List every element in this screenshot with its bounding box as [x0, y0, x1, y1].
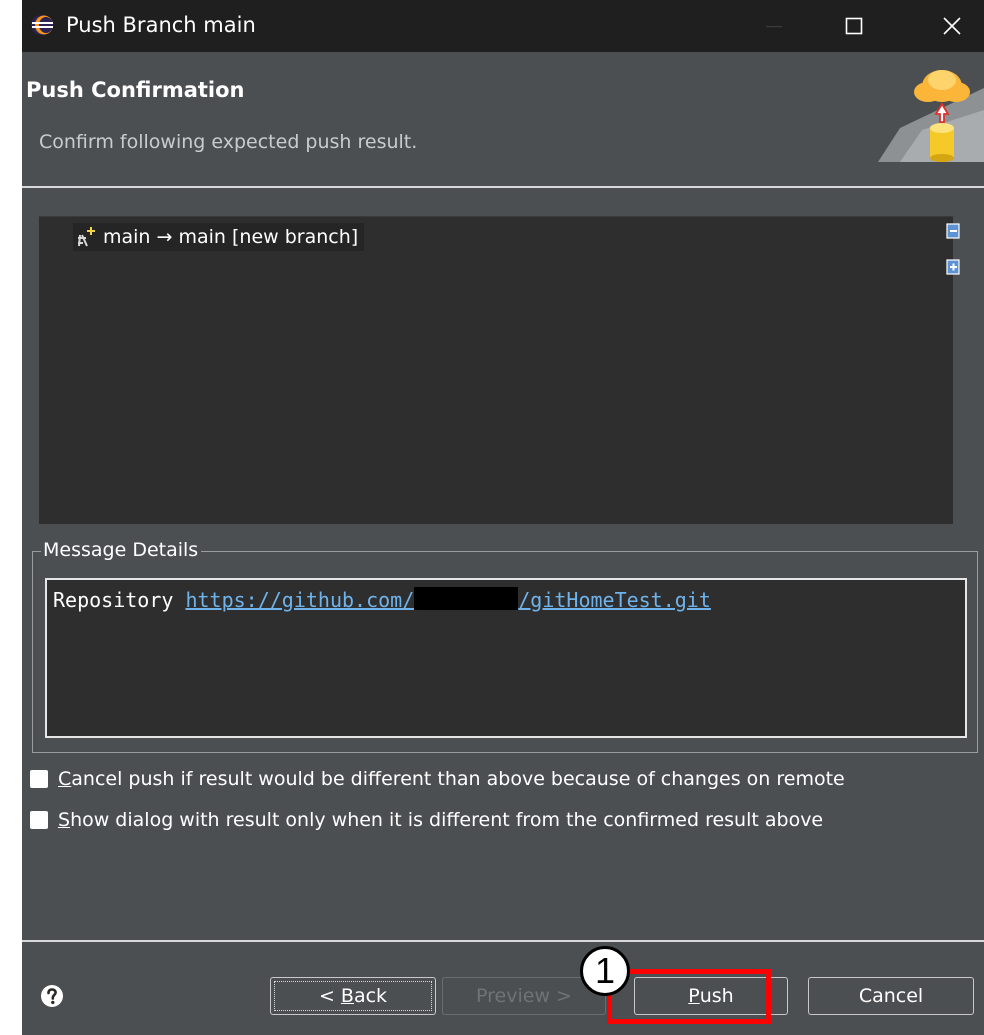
- screen: Push Branch main Push Confirmation Confi…: [0, 0, 984, 1035]
- cancel-push-option[interactable]: Cancel push if result would be different…: [30, 765, 845, 793]
- redacted-username: [414, 587, 519, 610]
- page-title: Push Confirmation: [26, 78, 245, 102]
- page-subtitle: Confirm following expected push result.: [39, 131, 418, 153]
- step-number-badge: 1: [580, 946, 630, 996]
- eclipse-icon: [31, 15, 53, 35]
- step-number: 1: [594, 950, 616, 991]
- cancel-push-checkbox[interactable]: [30, 770, 48, 788]
- repository-link-end: /gitHomeTest.git: [518, 588, 711, 612]
- cancel-button[interactable]: Cancel: [808, 977, 974, 1015]
- maximize-icon: [845, 17, 863, 35]
- push-branch-dialog: Push Branch main Push Confirmation Confi…: [22, 0, 984, 1035]
- show-dialog-mnemonic: S: [58, 809, 71, 831]
- preview-label: Preview >: [476, 985, 572, 1007]
- minimize-icon: [766, 26, 782, 28]
- tree-item-branch[interactable]: main → main [new branch]: [73, 223, 365, 251]
- back-prefix: <: [318, 985, 341, 1007]
- show-dialog-checkbox[interactable]: [30, 811, 48, 829]
- preview-button[interactable]: Preview >: [442, 977, 606, 1015]
- back-button[interactable]: < Back: [270, 977, 436, 1015]
- repository-prefix: Repository: [53, 588, 186, 612]
- back-text: ack: [353, 985, 388, 1007]
- expand-all-icon[interactable]: [944, 258, 962, 276]
- cancel-push-text: ancel push if result would be different …: [71, 768, 845, 790]
- repository-link-start: https://github.com/: [185, 588, 415, 612]
- cancel-push-label: Cancel push if result would be different…: [58, 766, 845, 792]
- cloud-push-icon: [878, 70, 984, 162]
- message-details-group: Message Details Repository https://githu…: [32, 537, 978, 753]
- header-separator: [22, 186, 984, 188]
- repository-link[interactable]: https://github.com/ /gitHomeTest.git: [185, 587, 711, 612]
- footer-separator: [22, 940, 984, 942]
- help-icon[interactable]: [40, 984, 64, 1008]
- maximize-button[interactable]: [824, 0, 884, 52]
- close-button[interactable]: [922, 0, 982, 52]
- collapse-all-icon[interactable]: [944, 222, 962, 240]
- push-result-tree[interactable]: main → main [new branch]: [39, 216, 953, 524]
- minimize-button[interactable]: [744, 0, 804, 52]
- wizard-header: Push Confirmation Confirm following expe…: [22, 52, 984, 186]
- repository-line: Repository https://github.com/ /gitHomeTe…: [53, 586, 711, 614]
- title-bar: Push Branch main: [22, 0, 984, 52]
- show-dialog-label: Show dialog with result only when it is …: [58, 807, 823, 833]
- cancel-push-mnemonic: C: [58, 768, 72, 790]
- push-highlight-box: [607, 969, 771, 1024]
- close-icon: [943, 17, 961, 35]
- cancel-label: Cancel: [858, 985, 924, 1007]
- tree-item-label: main → main [new branch]: [103, 226, 359, 248]
- back-mnemonic: B: [340, 985, 354, 1007]
- show-dialog-option[interactable]: Show dialog with result only when it is …: [30, 806, 823, 834]
- message-details-text[interactable]: Repository https://github.com/ /gitHomeTe…: [45, 578, 967, 738]
- show-dialog-text: how dialog with result only when it is d…: [70, 809, 824, 831]
- message-details-legend: Message Details: [41, 537, 202, 563]
- window-title: Push Branch main: [66, 13, 256, 37]
- new-branch-icon: [78, 227, 95, 247]
